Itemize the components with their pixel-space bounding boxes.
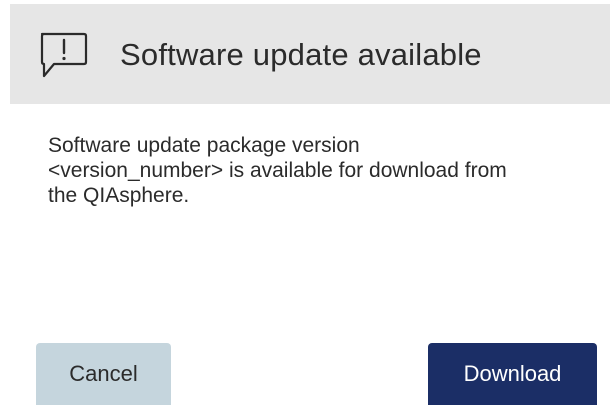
software-update-dialog: Software update available Software updat… — [0, 0, 610, 405]
dialog-title: Software update available — [120, 37, 482, 72]
download-button[interactable]: Download — [428, 343, 597, 405]
message-line: the QIAsphere. — [48, 184, 190, 207]
cancel-button[interactable]: Cancel — [36, 343, 171, 405]
speech-bubble-exclamation-icon — [36, 28, 92, 84]
dialog-header: Software update available — [10, 4, 610, 104]
dialog-message: Software update package version <version… — [48, 133, 588, 208]
message-line: <version_number> is available for downlo… — [48, 159, 507, 182]
message-line: Software update package version — [48, 134, 360, 157]
